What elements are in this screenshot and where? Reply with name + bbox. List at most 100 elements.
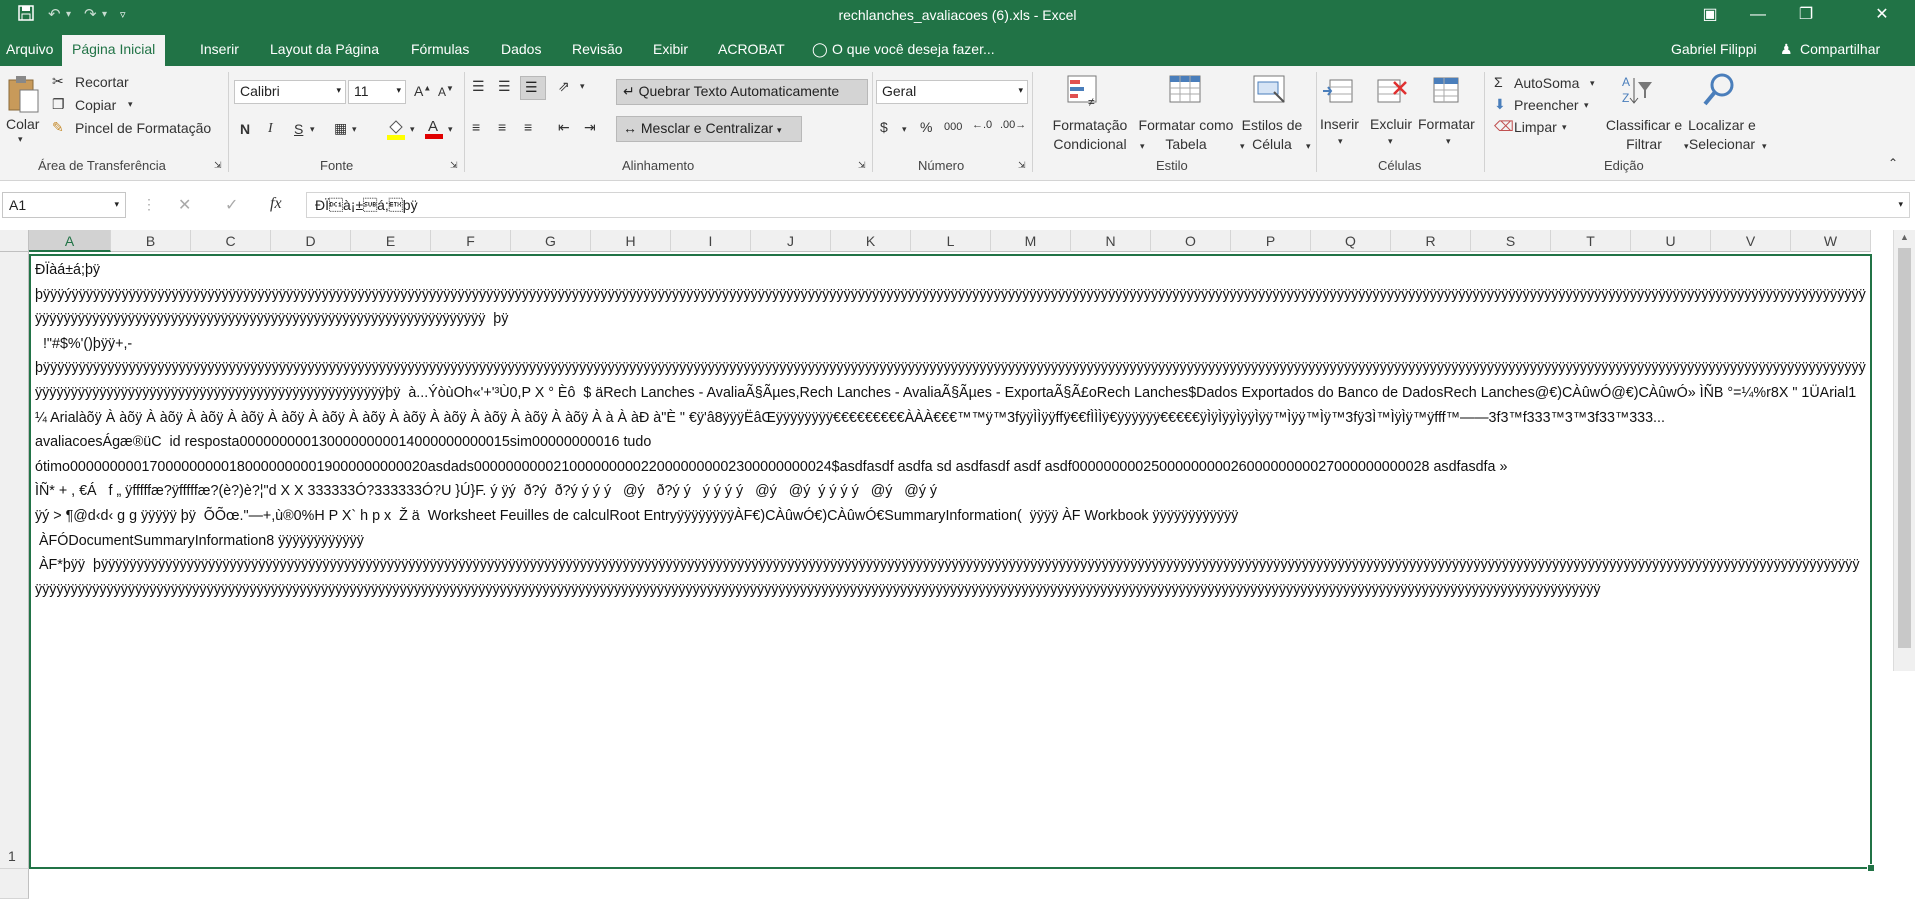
chevron-down-icon[interactable]: ▾	[1562, 122, 1567, 133]
cut-icon[interactable]: ✂	[52, 73, 64, 90]
decrease-font-icon[interactable]: A▼	[438, 84, 454, 99]
align-center-icon[interactable]: ≡	[498, 119, 506, 135]
chevron-down-icon[interactable]: ▾	[1446, 136, 1451, 147]
close-icon[interactable]: ✕	[1862, 3, 1902, 27]
format-cells-icon[interactable]	[1430, 74, 1464, 111]
format-painter-icon[interactable]: ✎	[52, 119, 64, 136]
orientation-icon[interactable]: ⇗	[558, 78, 570, 95]
borders-icon[interactable]: ▦	[334, 120, 347, 137]
minimize-icon[interactable]: —	[1738, 3, 1778, 27]
paste-button[interactable]: Colar	[6, 116, 39, 132]
align-bottom-icon[interactable]: ☰	[520, 76, 546, 100]
column-header-l[interactable]: L	[911, 230, 991, 252]
share-button[interactable]: Compartilhar	[1800, 41, 1880, 57]
row-header-1[interactable]: 1	[0, 252, 29, 869]
enter-icon[interactable]: ✓	[225, 195, 238, 215]
column-header-u[interactable]: U	[1631, 230, 1711, 252]
find-select-icon[interactable]	[1702, 72, 1736, 111]
decrease-indent-icon[interactable]: ⇤	[558, 119, 570, 136]
conditional-formatting-icon[interactable]: ≠	[1066, 74, 1102, 111]
collapse-ribbon-icon[interactable]: ⌃	[1888, 156, 1898, 170]
tab-exibir[interactable]: Exibir	[653, 41, 688, 57]
copy-icon[interactable]: ❐	[52, 96, 65, 113]
format-cells-button[interactable]: Formatar	[1418, 116, 1475, 132]
chevron-down-icon[interactable]: ▾	[1584, 100, 1589, 111]
tab-inserir[interactable]: Inserir	[200, 41, 239, 57]
percent-button[interactable]: %	[920, 119, 932, 135]
column-header-n[interactable]: N	[1071, 230, 1151, 252]
fill-color-icon[interactable]	[386, 118, 406, 143]
currency-button[interactable]: $	[880, 119, 888, 135]
insert-cells-button[interactable]: Inserir	[1320, 116, 1359, 132]
chevron-down-icon[interactable]: ▾	[1590, 78, 1595, 89]
borders-dropdown-icon[interactable]: ▾	[352, 124, 357, 135]
cell-styles-button[interactable]: Estilos de Célula ▾	[1238, 116, 1311, 156]
font-color-dropdown-icon[interactable]: ▾	[448, 124, 453, 135]
cut-button[interactable]: Recortar	[75, 74, 129, 90]
delete-cells-icon[interactable]	[1374, 74, 1408, 111]
column-header-m[interactable]: M	[991, 230, 1071, 252]
increase-font-icon[interactable]: A▲	[414, 83, 431, 99]
merge-center-button[interactable]: ↔ Mesclar e Centralizar ▾	[616, 116, 802, 142]
clear-icon[interactable]: ⌫	[1494, 118, 1514, 135]
increase-decimal-icon[interactable]: ←.0	[972, 119, 992, 131]
vertical-scrollbar[interactable]: ▲	[1893, 230, 1915, 671]
increase-indent-icon[interactable]: ⇥	[584, 119, 596, 136]
share-icon[interactable]: ♟	[1780, 41, 1793, 58]
paste-dropdown-icon[interactable]: ▾	[18, 134, 23, 145]
font-color-icon[interactable]: A	[424, 116, 444, 143]
clipboard-launcher-icon[interactable]: ⇲	[214, 160, 222, 171]
column-header-a[interactable]: A	[29, 230, 111, 252]
column-header-o[interactable]: O	[1151, 230, 1231, 252]
cancel-icon[interactable]: ✕	[178, 195, 191, 215]
autosum-button[interactable]: AutoSoma	[1514, 75, 1579, 91]
formula-input[interactable]: ÐÏà¡±á;þÿ ▾	[306, 192, 1910, 218]
format-as-table-icon[interactable]	[1168, 74, 1204, 111]
ribbon-options-icon[interactable]: ▣	[1690, 3, 1730, 27]
underline-dropdown-icon[interactable]: ▾	[310, 124, 315, 135]
align-middle-icon[interactable]: ☰	[498, 78, 511, 95]
copy-dropdown-icon[interactable]: ▾	[128, 99, 133, 110]
column-header-g[interactable]: G	[511, 230, 591, 252]
tab-pagina-inicial[interactable]: Página Inicial	[62, 35, 166, 66]
column-header-t[interactable]: T	[1551, 230, 1631, 252]
cell-a1[interactable]: ÐÏàá±á;þÿ þÿÿÿýÿÿÿÿÿÿÿÿÿÿÿÿÿÿÿÿÿÿÿÿÿÿÿÿÿ…	[29, 254, 1872, 869]
column-header-s[interactable]: S	[1471, 230, 1551, 252]
fill-color-dropdown-icon[interactable]: ▾	[410, 124, 415, 135]
tell-me-input[interactable]: O que você deseja fazer...	[832, 41, 995, 57]
tab-arquivo[interactable]: Arquivo	[6, 41, 53, 57]
underline-button[interactable]: S	[294, 121, 303, 137]
insert-cells-icon[interactable]	[1322, 74, 1356, 111]
fill-icon[interactable]: ⬇	[1494, 96, 1506, 113]
tab-layout-da-pagina[interactable]: Layout da Página	[270, 41, 379, 57]
wrap-text-button[interactable]: ↵ Quebrar Texto Automaticamente	[616, 79, 868, 105]
insert-function-button[interactable]: fx	[270, 195, 282, 213]
tab-dados[interactable]: Dados	[501, 41, 541, 57]
column-header-c[interactable]: C	[191, 230, 271, 252]
align-left-icon[interactable]: ≡	[472, 119, 480, 135]
name-box[interactable]: A1 ▾	[2, 192, 126, 218]
row-header-2[interactable]	[0, 869, 29, 899]
tab-revisao[interactable]: Revisão	[572, 41, 623, 57]
decrease-decimal-icon[interactable]: .00→	[1000, 119, 1026, 131]
tab-formulas[interactable]: Fórmulas	[411, 41, 469, 57]
copy-button[interactable]: Copiar	[75, 97, 116, 113]
orientation-dropdown-icon[interactable]: ▾	[580, 81, 585, 92]
number-launcher-icon[interactable]: ⇲	[1018, 160, 1026, 171]
user-name[interactable]: Gabriel Filippi	[1671, 41, 1757, 57]
italic-button[interactable]: I	[268, 121, 273, 137]
conditional-formatting-button[interactable]: Formatação Condicional ▾	[1040, 116, 1145, 156]
column-header-h[interactable]: H	[591, 230, 671, 252]
sort-filter-icon[interactable]: AZ	[1620, 72, 1654, 111]
column-header-i[interactable]: I	[671, 230, 751, 252]
tab-acrobat[interactable]: ACROBAT	[718, 41, 785, 57]
find-select-button[interactable]: Localizar e Selecionar ▾	[1682, 116, 1766, 156]
chevron-down-icon[interactable]: ▾	[1388, 136, 1393, 147]
chevron-down-icon[interactable]: ▾	[1338, 136, 1343, 147]
fill-button[interactable]: Preencher	[1514, 97, 1579, 113]
align-top-icon[interactable]: ☰	[472, 78, 485, 95]
column-header-b[interactable]: B	[111, 230, 191, 252]
clear-button[interactable]: Limpar	[1514, 119, 1557, 135]
bold-button[interactable]: N	[240, 121, 250, 137]
fill-handle[interactable]	[1867, 864, 1875, 872]
